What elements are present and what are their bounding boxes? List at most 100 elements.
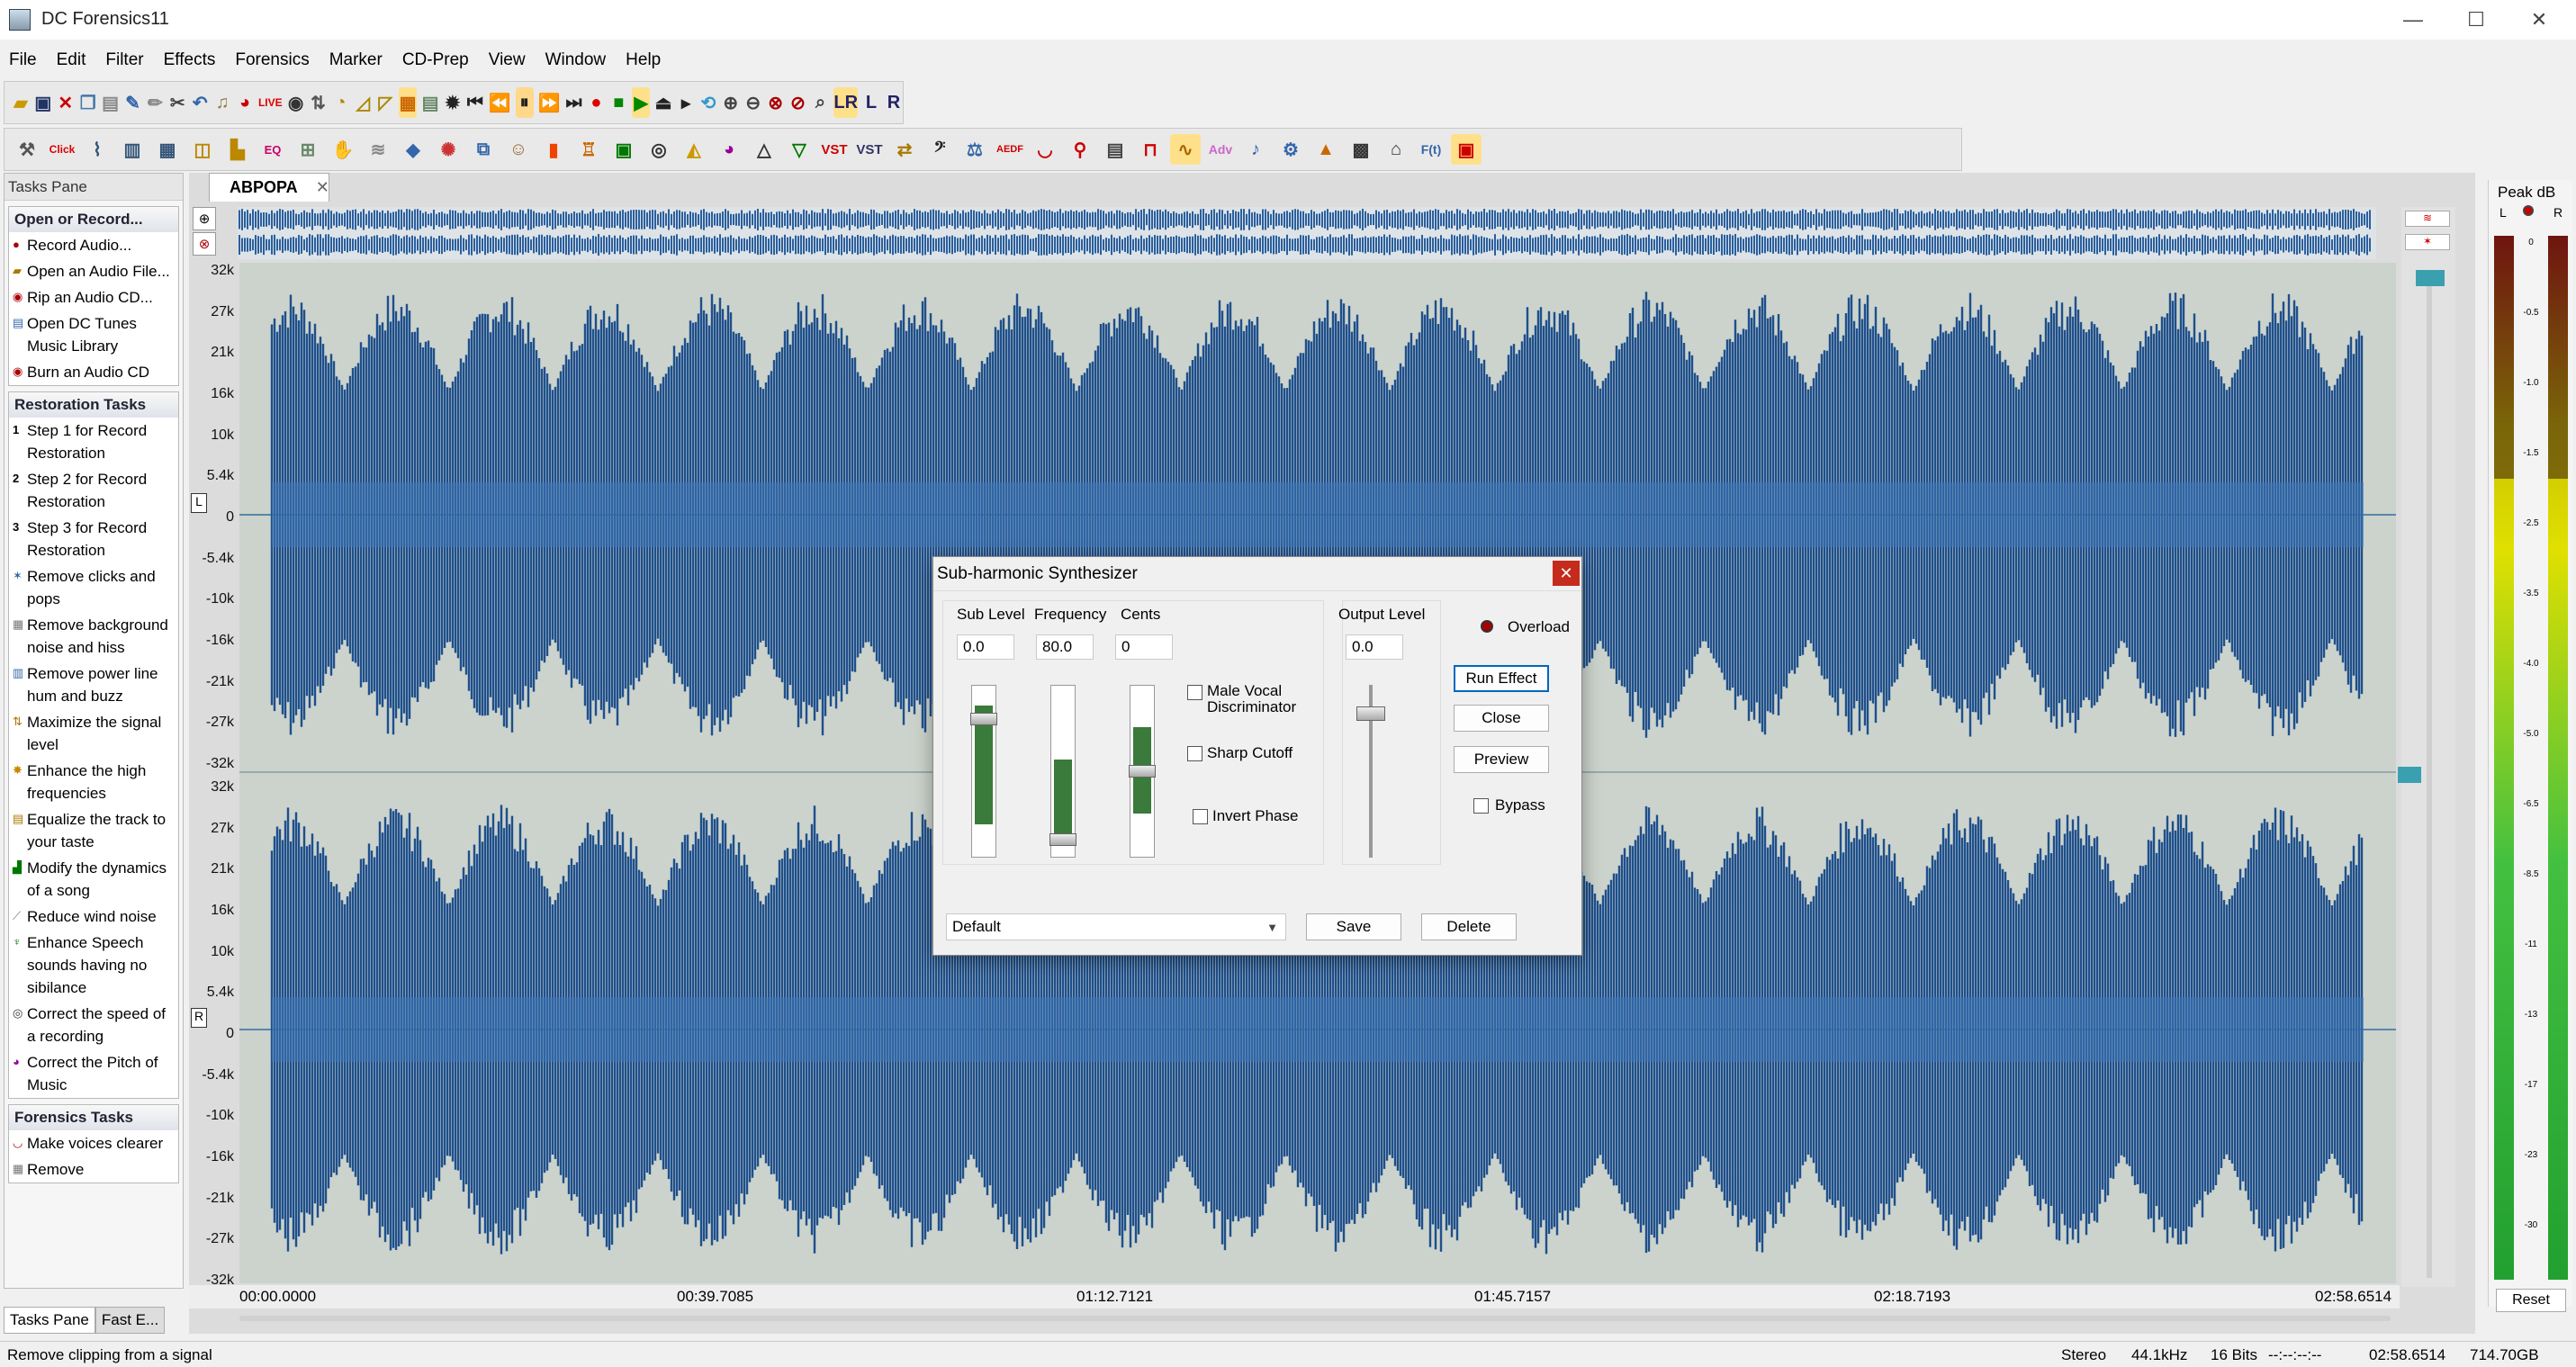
tab-tasks-pane[interactable]: Tasks Pane [4, 1307, 95, 1334]
envelope-icon[interactable]: ◿ [354, 87, 372, 118]
save-button[interactable]: Save [1306, 913, 1401, 940]
slider-thumb[interactable] [1049, 833, 1076, 846]
cents-input[interactable]: 0 [1115, 634, 1173, 660]
task-correct-speed[interactable]: ◎ Correct the speed of a recording [9, 1001, 178, 1049]
vertical-scroll-track[interactable] [2427, 270, 2432, 1278]
task-enhance-speech[interactable]: ♆ Enhance Speech sounds having no sibilan… [9, 930, 178, 1001]
bars-icon[interactable]: ▦ [152, 134, 183, 165]
forward-icon[interactable]: ⏩ [538, 87, 561, 118]
menu-filter[interactable]: Filter [105, 50, 143, 70]
task-open-audio[interactable]: ▰ Open an Audio File... [9, 258, 178, 284]
clip-indicator-icon[interactable] [2523, 205, 2534, 216]
stereo-wave-icon[interactable]: ≋ [2405, 211, 2450, 227]
voice-icon[interactable]: ◕ [714, 134, 744, 165]
speaker-icon[interactable]: ♪ [1240, 134, 1271, 165]
scope-icon[interactable]: ▣ [608, 134, 639, 165]
preview-button[interactable]: Preview [1454, 746, 1549, 773]
slider-thumb[interactable] [1129, 765, 1156, 778]
tools-icon[interactable]: ⚒ [12, 134, 42, 165]
hand-icon[interactable]: ✋ [328, 134, 358, 165]
menu-marker[interactable]: Marker [329, 50, 383, 70]
menu-cd-prep[interactable]: CD-Prep [402, 50, 469, 70]
male-vocal-checkbox[interactable] [1187, 685, 1202, 700]
cd-icon[interactable]: ◉ [287, 87, 305, 118]
dialog-close-icon[interactable]: ✕ [1553, 561, 1580, 586]
task-maximize[interactable]: ⇅ Maximize the signal level [9, 709, 178, 758]
marker-icon[interactable]: ◔ [331, 87, 349, 118]
section-title[interactable]: Restoration Tasks [9, 392, 178, 418]
dial-icon[interactable]: ◎ [644, 134, 674, 165]
chip-icon[interactable]: ▩ [1346, 134, 1376, 165]
task-remove-noise[interactable]: ▦ Remove background noise and hiss [9, 612, 178, 661]
task-rip-cd[interactable]: ◉ Rip an Audio CD... [9, 284, 178, 310]
vst2-icon[interactable]: VST [854, 134, 885, 165]
invert-phase-checkbox[interactable] [1193, 809, 1208, 824]
task-remove-hum[interactable]: ▥ Remove power line hum and buzz [9, 661, 178, 709]
task-remove-clicks[interactable]: ✶ Remove clicks and pops [9, 563, 178, 612]
person-icon[interactable]: ☺ [503, 134, 534, 165]
left-channel-icon[interactable]: L [862, 87, 880, 118]
task-remove[interactable]: ▦ Remove [9, 1156, 178, 1183]
document-tab[interactable]: ABPOPA ✕ [209, 173, 329, 202]
task-wind-noise[interactable]: ⟋ Reduce wind noise [9, 904, 178, 930]
menu-forensics[interactable]: Forensics [235, 50, 309, 70]
menu-effects[interactable]: Effects [164, 50, 216, 70]
maximize-icon[interactable]: ☐ [2445, 0, 2508, 40]
record-icon[interactable]: ● [587, 87, 605, 118]
wind-icon[interactable]: ≋ [363, 134, 393, 165]
menu-window[interactable]: Window [545, 50, 607, 70]
close-tab-icon[interactable]: ✕ [316, 178, 329, 197]
frequency-slider[interactable] [1049, 685, 1076, 858]
zoom-out-icon[interactable]: ⊖ [744, 87, 762, 118]
task-open-library[interactable]: ▤ Open DC Tunes Music Library [9, 310, 178, 359]
zoom-fit-icon[interactable]: ⌕ [811, 87, 829, 118]
timeline-ruler[interactable]: 00:00.0000 00:39.7085 01:12.7121 01:45.7… [189, 1285, 2400, 1309]
alert-icon[interactable]: ▲ [1311, 134, 1341, 165]
bar-chart-icon[interactable]: ▙ [222, 134, 253, 165]
skip-start-icon[interactable]: ⏮ [466, 87, 484, 118]
wand-icon[interactable]: ✎ [124, 87, 142, 118]
split-view-icon[interactable]: ▤ [421, 87, 439, 118]
right-channel-icon[interactable]: R [885, 87, 903, 118]
aedf-icon[interactable]: AEDF [995, 134, 1025, 165]
open-icon[interactable]: ▰ [12, 87, 30, 118]
close-icon[interactable]: ✕ [2508, 0, 2571, 40]
run-effect-button[interactable]: Run Effect [1454, 665, 1549, 692]
sub-level-input[interactable]: 0.0 [957, 634, 1014, 660]
lips-icon[interactable]: ◡ [1030, 134, 1060, 165]
funnel-icon[interactable]: ▽ [784, 134, 815, 165]
network-icon[interactable]: ⊞ [293, 134, 323, 165]
spectrum-icon[interactable]: ▥ [117, 134, 148, 165]
slider-thumb[interactable] [970, 713, 997, 725]
paste-icon[interactable]: ▤ [102, 87, 120, 118]
record-disc-icon[interactable]: ◕ [236, 87, 254, 118]
declick-icon[interactable]: ✺ [433, 134, 464, 165]
menu-help[interactable]: Help [626, 50, 661, 70]
lr-channel-icon[interactable]: LR [833, 87, 859, 118]
task-equalize[interactable]: ▤ Equalize the track to your taste [9, 806, 178, 855]
skip-end-icon[interactable]: ⏭ [565, 87, 583, 118]
export-icon[interactable]: ▣ [1451, 134, 1482, 165]
eq-icon[interactable]: EQ [257, 134, 288, 165]
sub-level-slider[interactable] [970, 685, 997, 858]
live-icon[interactable]: LIVE [258, 87, 283, 118]
play-icon[interactable]: ▶ [632, 87, 651, 118]
loop-icon[interactable]: ⟲ [699, 87, 717, 118]
mono-wave-icon[interactable]: ✶ [2405, 234, 2450, 250]
task-step1[interactable]: 1 Step 1 for Record Restoration [9, 418, 178, 466]
right-channel-tag[interactable]: R [191, 1008, 207, 1028]
close-button[interactable]: Close [1454, 705, 1549, 732]
reset-button[interactable]: Reset [2496, 1289, 2566, 1312]
bass-clef-icon[interactable]: 𝄢 [924, 134, 955, 165]
square-wave-icon[interactable]: ⊓ [1135, 134, 1166, 165]
task-burn-cd[interactable]: ◉ Burn an Audio CD [9, 359, 178, 385]
task-make-voices-clearer[interactable]: ◡ Make voices clearer [9, 1130, 178, 1156]
copy-icon[interactable]: ❐ [79, 87, 97, 118]
bypass-checkbox[interactable] [1473, 798, 1489, 814]
function-icon[interactable]: F(t) [1416, 134, 1446, 165]
save-icon[interactable]: ▣ [34, 87, 52, 118]
click-icon[interactable]: Click [47, 134, 77, 165]
diamond-icon[interactable]: ◆ [398, 134, 428, 165]
play-to-end-icon[interactable]: ▸ [677, 87, 695, 118]
left-channel-tag[interactable]: L [191, 493, 207, 513]
